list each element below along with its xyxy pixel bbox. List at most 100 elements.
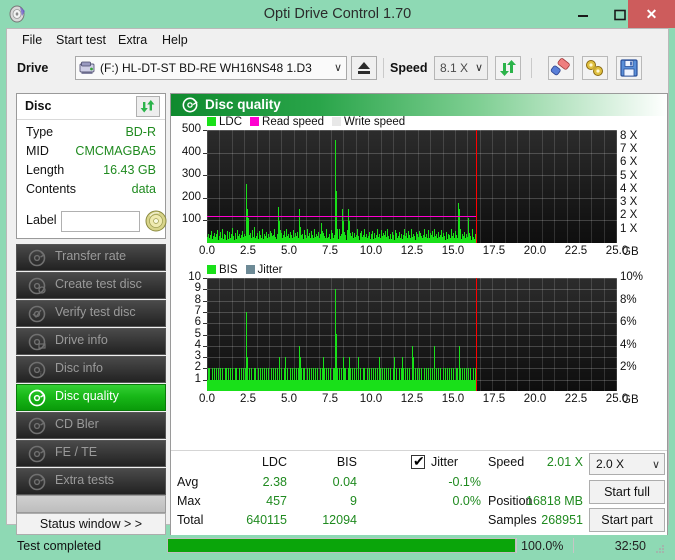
y-tick-label: 5 bbox=[171, 328, 201, 340]
x-tick-label: 15.0 bbox=[435, 245, 471, 257]
y2-tick-label: 2 X bbox=[620, 209, 637, 221]
grid-line-vertical bbox=[294, 130, 295, 243]
eject-button[interactable] bbox=[351, 56, 377, 80]
minimize-icon bbox=[564, 0, 601, 28]
start-part-label: Start part bbox=[590, 509, 664, 531]
y2-tick-label: 4% bbox=[620, 339, 637, 351]
rate-value: 2.0 X bbox=[596, 454, 624, 474]
speed-label: Speed bbox=[390, 61, 428, 75]
menu-bar: File Start test Extra Help bbox=[7, 29, 668, 51]
x-tick-label: 10.0 bbox=[353, 393, 389, 405]
stats-max-jitter: 0.0% bbox=[409, 494, 481, 508]
status-text: Test completed bbox=[17, 537, 101, 555]
sidebar-filler bbox=[16, 495, 166, 513]
disc-key-mid: MID bbox=[26, 144, 49, 158]
title-bar: Opti Drive Control 1.70 ✕ bbox=[0, 0, 675, 28]
sidebar-item-disc-quality[interactable]: Disc quality bbox=[16, 384, 166, 411]
disc-icon bbox=[28, 333, 46, 351]
legend-label-read-speed: Read speed bbox=[262, 116, 324, 128]
tools-button[interactable] bbox=[582, 56, 608, 80]
legend-swatch-bis bbox=[207, 265, 216, 274]
disc-info-box: Disc Type BD-R MID CMCMAGBA5 Length 16.4… bbox=[16, 93, 166, 239]
cd-disc-button[interactable] bbox=[145, 210, 167, 232]
sidebar-item-cd-bler[interactable]: CD Bler bbox=[16, 412, 166, 439]
disc-value-contents: data bbox=[132, 182, 156, 196]
drive-select[interactable]: (F:) HL-DT-ST BD-RE WH16NS48 1.D3 ∨ bbox=[75, 56, 347, 80]
menu-start-test[interactable]: Start test bbox=[51, 31, 111, 49]
y2-tick-label: 3 X bbox=[620, 196, 637, 208]
jitter-checkbox[interactable]: ✔ bbox=[411, 455, 425, 469]
eject-icon bbox=[352, 57, 376, 79]
label-input[interactable] bbox=[61, 211, 140, 232]
disc-value-type: BD-R bbox=[125, 125, 156, 139]
bis-plot-area[interactable] bbox=[207, 278, 617, 391]
sidebar-item-verify-test-disc[interactable]: Verify test disc bbox=[16, 300, 166, 327]
x-tick-label: 12.5 bbox=[394, 393, 430, 405]
y2-tick-label: 4 X bbox=[620, 183, 637, 195]
grid-line-vertical bbox=[505, 130, 506, 243]
menu-file[interactable]: File bbox=[17, 31, 47, 49]
disc-row-type: Type BD-R bbox=[17, 125, 165, 144]
grid-line-vertical bbox=[492, 130, 493, 243]
samples-stat-value: 268951 bbox=[511, 513, 583, 527]
eraser-icon bbox=[549, 57, 573, 79]
position-stat-value: 16818 MB bbox=[511, 494, 583, 508]
gold-tools-icon bbox=[583, 57, 607, 79]
sidebar-item-transfer-rate[interactable]: Transfer rate bbox=[16, 244, 166, 271]
grid-line-vertical bbox=[331, 130, 332, 243]
stats-row-max-label: Max bbox=[177, 494, 201, 508]
y2-tick-label: 6 X bbox=[620, 156, 637, 168]
sidebar-item-create-test-disc[interactable]: Create test disc bbox=[16, 272, 166, 299]
grid-line-horizontal bbox=[207, 130, 617, 131]
disc-info-title: Disc bbox=[25, 99, 51, 113]
grid-line-vertical bbox=[418, 130, 419, 243]
sidebar-label: FE / TE bbox=[55, 445, 97, 459]
toolbar-divider-2 bbox=[531, 58, 532, 78]
start-part-button[interactable]: Start part bbox=[589, 508, 665, 532]
rate-select[interactable]: 2.0 X ∨ bbox=[589, 453, 665, 475]
y2-tick-label: 1 X bbox=[620, 223, 637, 235]
legend-swatch-ldc bbox=[207, 117, 216, 126]
ldc-plot-area[interactable] bbox=[207, 130, 617, 243]
minimize-button[interactable] bbox=[564, 0, 601, 28]
grid-line-vertical bbox=[554, 130, 555, 243]
erase-button[interactable] bbox=[548, 56, 574, 80]
y-tick-mark bbox=[203, 301, 207, 302]
disc-row-mid: MID CMCMAGBA5 bbox=[17, 144, 165, 163]
speed-select[interactable]: 8.1 X ∨ bbox=[434, 56, 488, 80]
grid-line-horizontal bbox=[207, 220, 617, 221]
grid-line-horizontal bbox=[207, 198, 617, 199]
cd-disc-icon bbox=[145, 210, 167, 232]
sidebar-label: CD Bler bbox=[55, 417, 99, 431]
sidebar-item-fe-te[interactable]: FE / TE bbox=[16, 440, 166, 467]
start-full-button[interactable]: Start full bbox=[589, 480, 665, 504]
y-tick-label: 9 bbox=[171, 282, 201, 294]
sidebar-item-drive-info[interactable]: Drive info bbox=[16, 328, 166, 355]
grid-line-horizontal bbox=[207, 301, 617, 302]
resize-grip[interactable] bbox=[654, 542, 666, 554]
y-tick-label: 3 bbox=[171, 350, 201, 362]
disc-refresh-button[interactable] bbox=[136, 96, 160, 117]
y-tick-mark bbox=[203, 357, 207, 358]
elapsed-time: 32:50 bbox=[615, 537, 646, 555]
sidebar-item-disc-info[interactable]: i Disc info bbox=[16, 356, 166, 383]
disc-value-mid: CMCMAGBA5 bbox=[75, 144, 156, 158]
grid-line-vertical bbox=[356, 130, 357, 243]
refresh-button[interactable] bbox=[495, 56, 521, 80]
y2-tick-label: 6% bbox=[620, 316, 637, 328]
close-button[interactable]: ✕ bbox=[628, 0, 675, 28]
disc-row-length: Length 16.43 GB bbox=[17, 163, 165, 182]
grid-line-vertical bbox=[232, 130, 233, 243]
menu-extra[interactable]: Extra bbox=[113, 31, 152, 49]
y-tick-label: 200 bbox=[171, 191, 201, 203]
y-tick-mark bbox=[203, 323, 207, 324]
y2-tick-label: 8 X bbox=[620, 130, 637, 142]
sidebar-item-extra-tests[interactable]: Extra tests bbox=[16, 468, 166, 495]
save-button[interactable] bbox=[616, 56, 642, 80]
stats-area: LDC BIS ✔ Jitter Avg 2.38 0.04 -0.1% Max… bbox=[171, 450, 667, 535]
disc-quality-icon bbox=[182, 97, 198, 113]
read-speed-line bbox=[207, 216, 476, 217]
status-window-button[interactable]: Status window > > bbox=[16, 513, 166, 535]
menu-help[interactable]: Help bbox=[157, 31, 193, 49]
speed-stat-value: 2.01 X bbox=[531, 455, 583, 469]
